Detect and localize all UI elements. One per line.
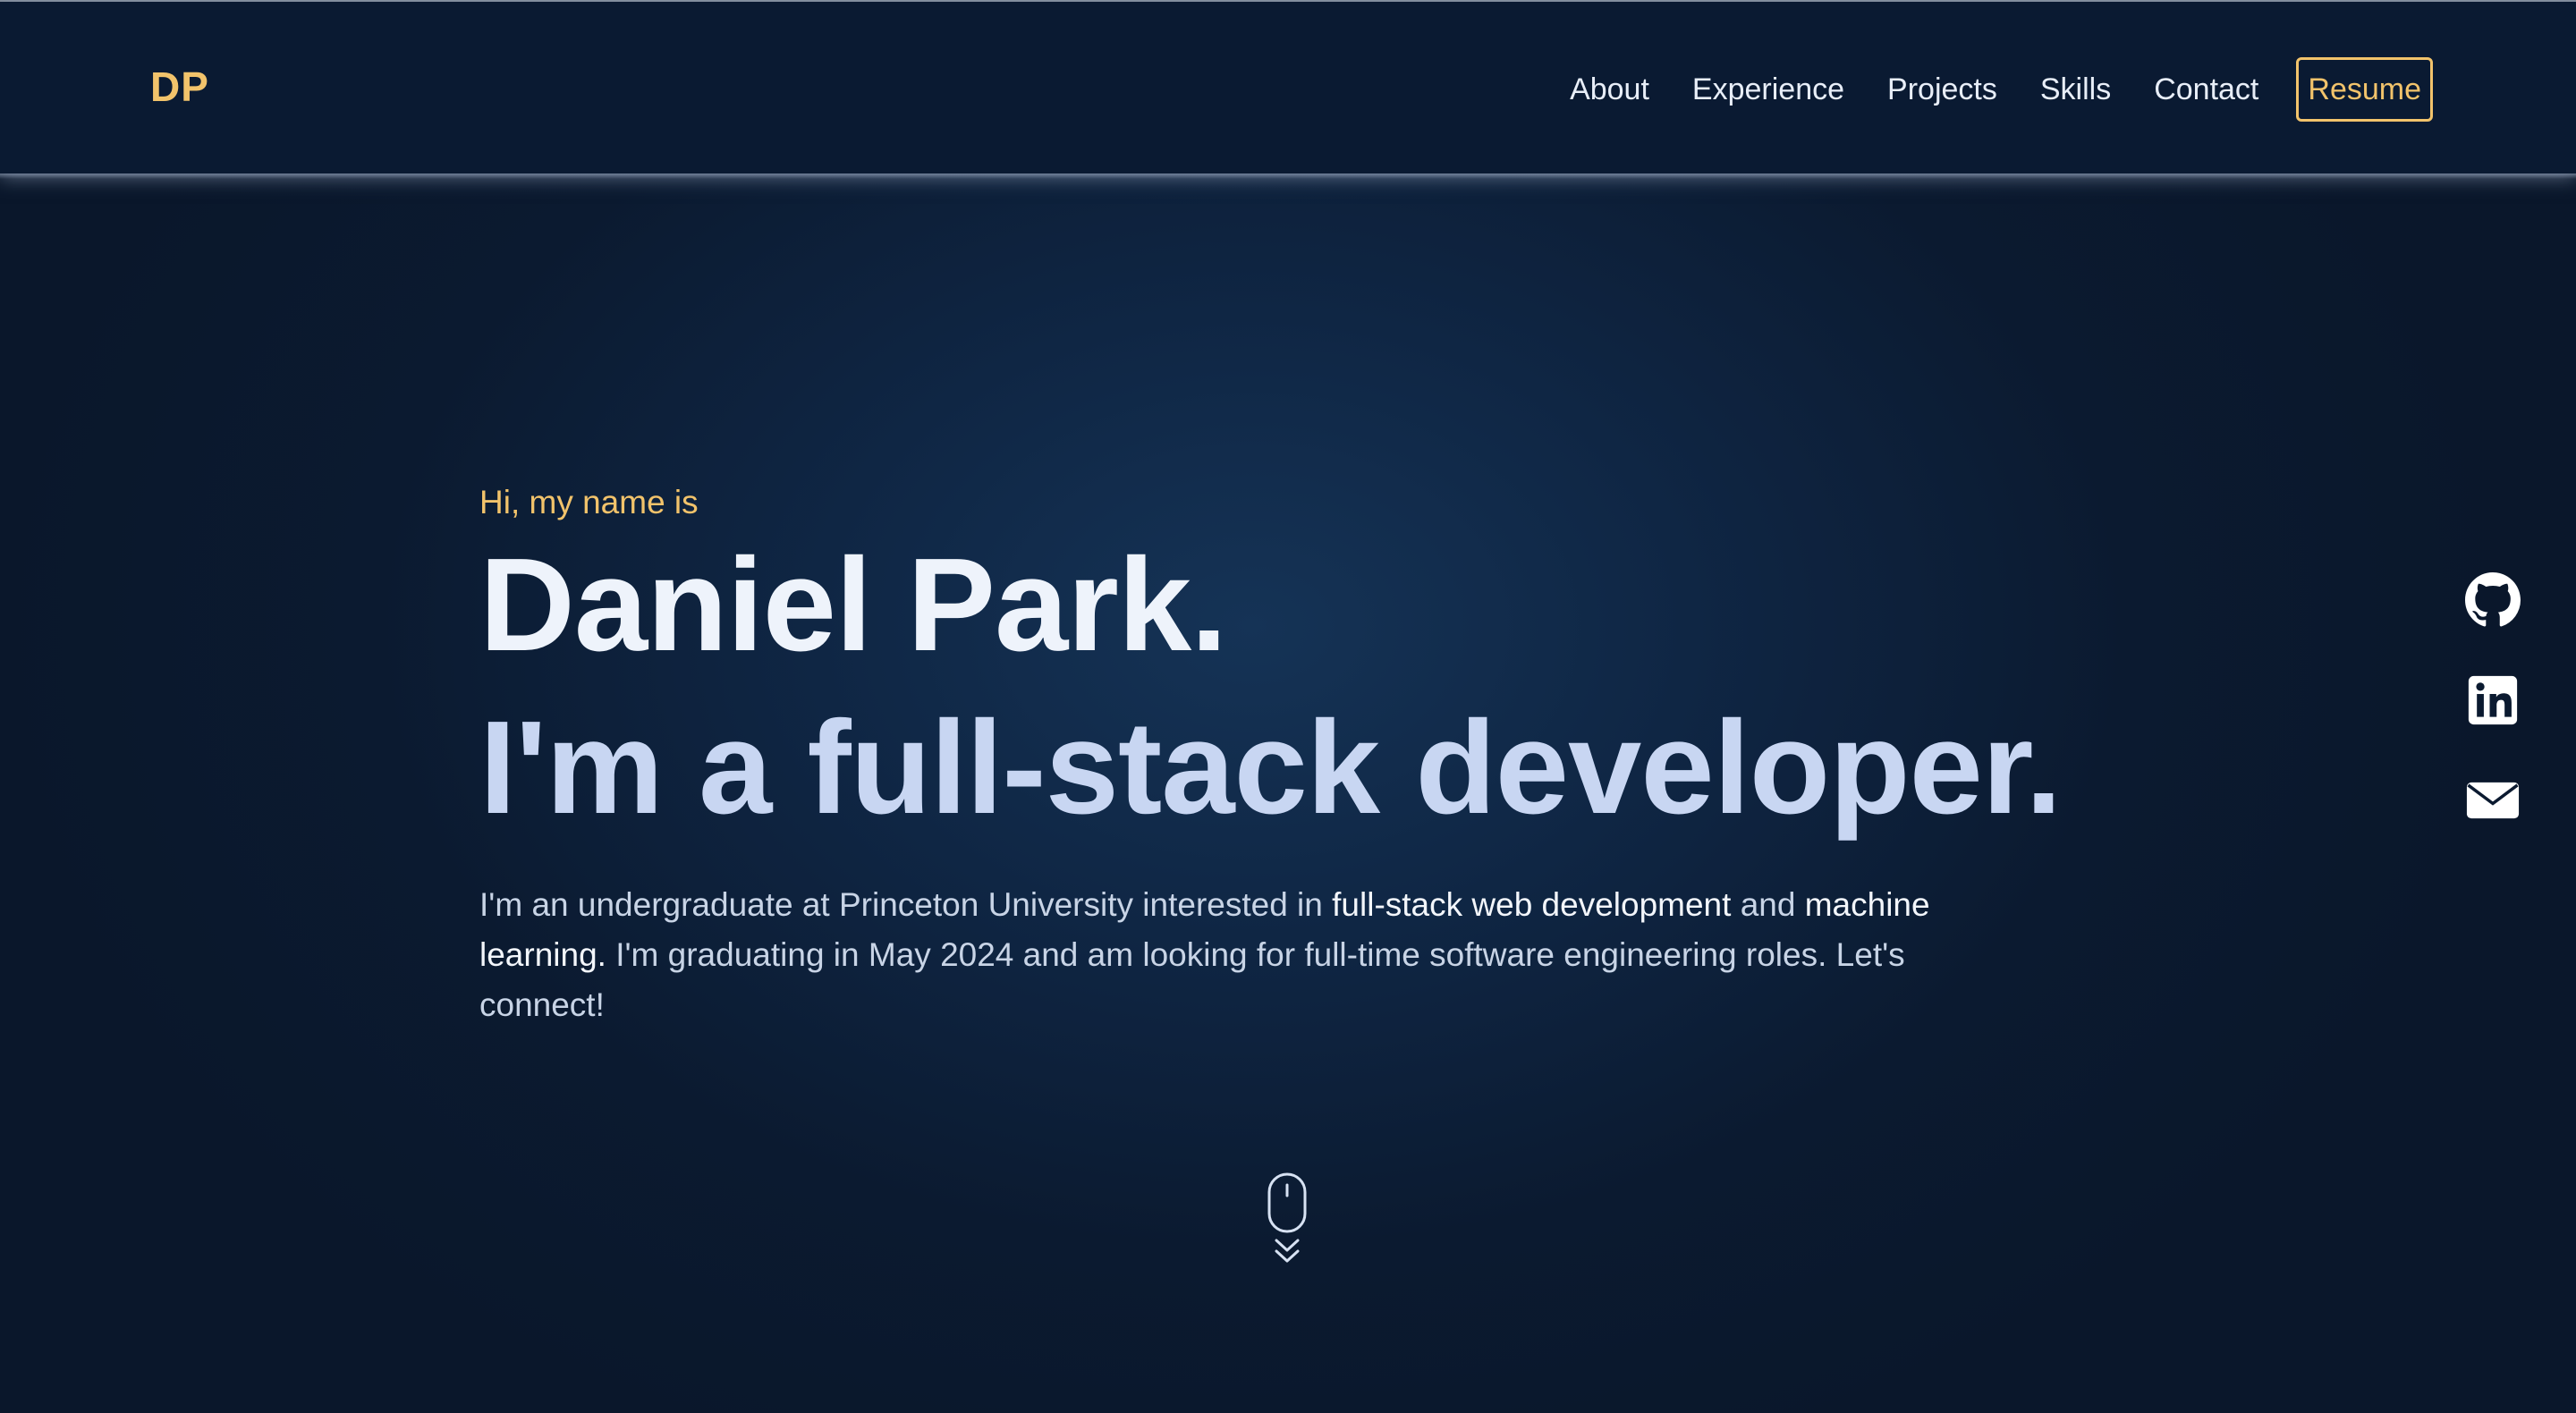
main-nav: About Experience Projects Skills Contact… xyxy=(1527,55,2433,123)
double-chevron-down-icon xyxy=(1275,1239,1300,1263)
github-icon[interactable] xyxy=(2465,572,2521,628)
bio-highlight-fullstack: full-stack web development xyxy=(1332,886,1732,923)
social-links xyxy=(2465,572,2521,873)
nav-skills[interactable]: Skills xyxy=(2040,55,2111,123)
logo[interactable]: DP xyxy=(150,63,209,111)
greeting: Hi, my name is xyxy=(479,484,699,520)
page-background: DP About Experience Projects Skills Cont… xyxy=(0,0,2576,1413)
nav-contact[interactable]: Contact xyxy=(2154,55,2258,123)
linkedin-icon[interactable] xyxy=(2465,673,2521,728)
hero-bio: I'm an undergraduate at Princeton Univer… xyxy=(479,880,1955,1030)
mouse-icon xyxy=(1267,1172,1307,1263)
bio-text: I'm an undergraduate at Princeton Univer… xyxy=(479,886,1333,923)
nav-about[interactable]: About xyxy=(1570,55,1649,123)
hero-name: Daniel Park. xyxy=(479,531,1227,679)
hero-section: Hi, my name is Daniel Park. I'm a full-s… xyxy=(479,478,2447,1063)
bio-text: and xyxy=(1731,886,1805,923)
hero-tagline: I'm a full-stack developer. xyxy=(479,694,2062,842)
site-header: DP About Experience Projects Skills Cont… xyxy=(0,2,2576,179)
email-icon[interactable] xyxy=(2465,773,2521,828)
scroll-indicator[interactable] xyxy=(1265,1172,1311,1270)
bio-text: I'm graduating in May 2024 and am lookin… xyxy=(479,936,1905,1023)
nav-projects[interactable]: Projects xyxy=(1887,55,1997,123)
resume-button[interactable]: Resume xyxy=(2296,57,2433,122)
nav-experience[interactable]: Experience xyxy=(1692,55,1844,123)
